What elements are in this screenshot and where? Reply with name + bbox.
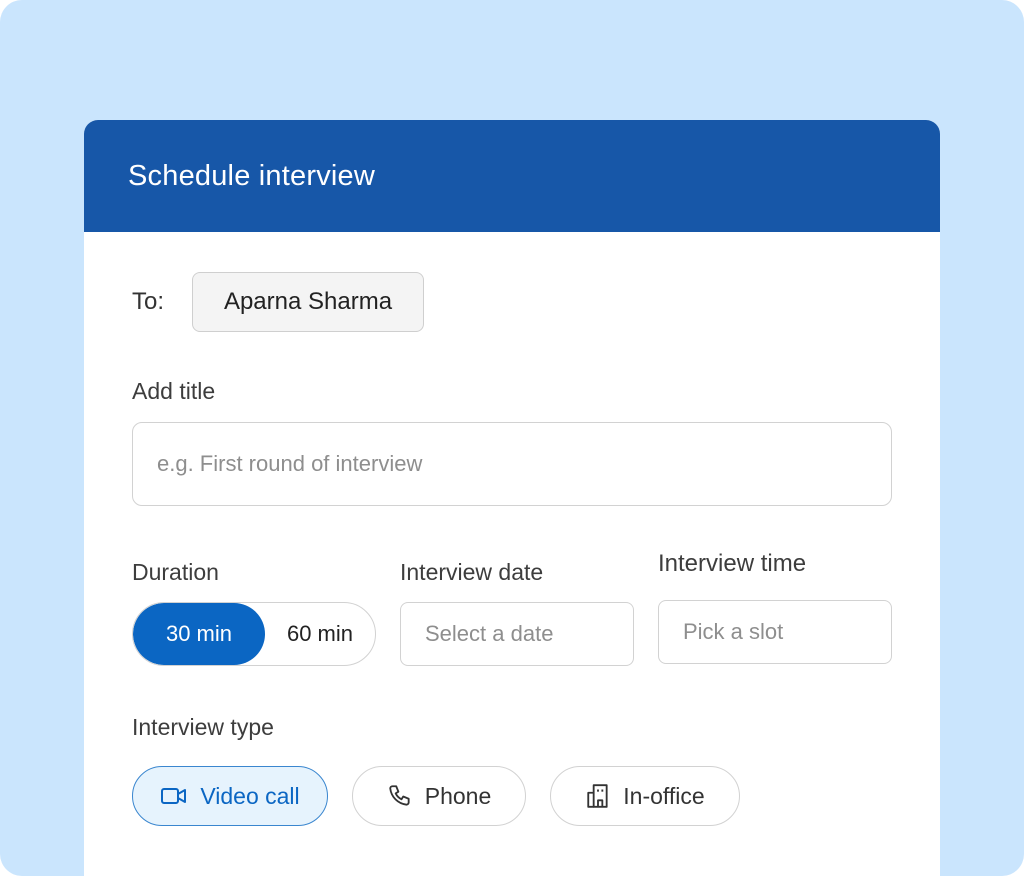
phone-label: Phone [424, 782, 492, 809]
interview-time-field[interactable]: Pick a slot [658, 600, 892, 664]
phone-icon [387, 783, 413, 809]
dialog-title: Schedule interview [128, 159, 376, 192]
interview-type-video-call[interactable]: Video call [132, 766, 328, 826]
page-backdrop: Schedule interview To: Aparna Sharma Add… [0, 0, 1024, 876]
add-title-label: Add title [132, 378, 216, 404]
to-label: To: [132, 288, 165, 315]
interview-type-phone[interactable]: Phone [352, 766, 526, 826]
dialog-header: Schedule interview [84, 120, 940, 232]
duration-toggle: 30 min 60 min [132, 602, 376, 666]
interview-type-in-office[interactable]: In-office [550, 766, 740, 826]
interview-date-label: Interview date [400, 559, 544, 585]
interview-time-label: Interview time [658, 550, 807, 577]
in-office-label: In-office [623, 782, 705, 809]
interview-type-label: Interview type [132, 714, 274, 740]
video-call-label: Video call [200, 782, 300, 809]
schedule-interview-dialog: Schedule interview To: Aparna Sharma Add… [84, 120, 940, 876]
duration-option-60-min[interactable]: 60 min [265, 603, 375, 665]
title-input[interactable] [132, 422, 892, 506]
recipient-chip[interactable]: Aparna Sharma [192, 272, 424, 332]
interview-date-placeholder: Select a date [425, 621, 554, 646]
duration-label: Duration [132, 559, 219, 585]
recipient-name: Aparna Sharma [223, 288, 393, 315]
video-camera-icon [160, 784, 188, 808]
interview-time-placeholder: Pick a slot [683, 619, 784, 644]
interview-date-field[interactable]: Select a date [400, 602, 634, 666]
duration-option-30-min[interactable]: 30 min [133, 603, 265, 665]
office-building-icon [585, 783, 611, 809]
